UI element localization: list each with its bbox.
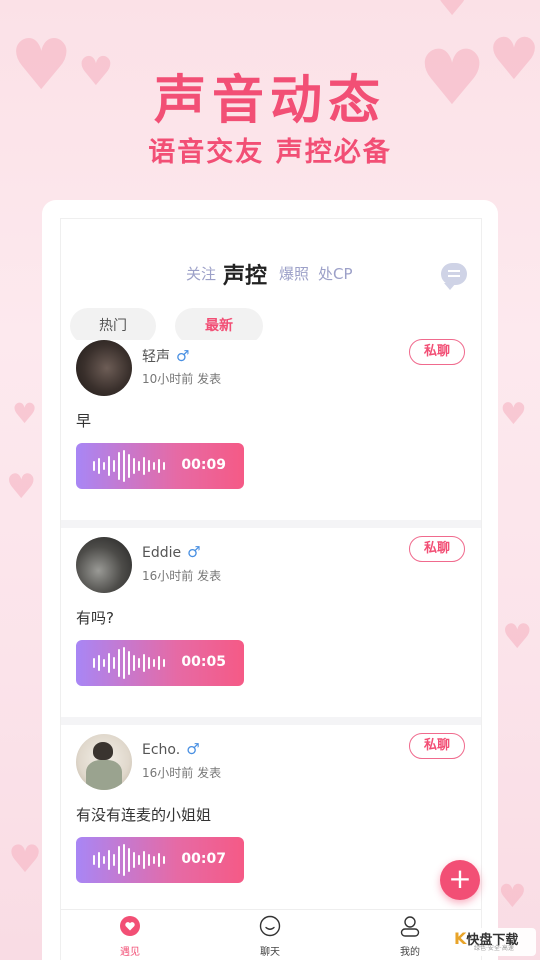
male-icon: ♂ [187,543,201,561]
avatar[interactable] [76,734,132,790]
hero-title: 声音动态 [153,71,386,131]
waveform-icon [93,450,165,482]
avatar[interactable] [76,537,132,593]
private-chat-button[interactable]: 私聊 [409,733,465,759]
divider [61,520,481,528]
private-chat-button[interactable]: 私聊 [409,339,465,365]
tab-cp[interactable]: 处CP [318,263,353,284]
avatar[interactable] [76,340,132,396]
divider [61,717,481,725]
bottom-nav: 遇见 聊天 我的 [61,909,481,960]
nav-mine[interactable]: 我的 [375,910,445,958]
nav-meet-label: 遇见 [120,947,140,958]
voice-message-button[interactable]: 00:07 [76,837,244,883]
feed-panel: 关注 声控 爆照 处CP 热门 最新 轻声 ♂ 10小时前 发表 私聊 早 00:… [60,218,482,960]
post-author: 轻声 ♂ [142,347,190,365]
app-card: 关注 声控 爆照 处CP 热门 最新 轻声 ♂ 10小时前 发表 私聊 早 00:… [42,200,498,960]
post-author: Echo. ♂ [142,740,200,758]
filter-hot[interactable]: 热门 [70,308,156,344]
nav-mine-label: 我的 [400,947,420,958]
post-item: 轻声 ♂ 10小时前 发表 私聊 早 00:09 [61,339,481,520]
watermark-logo: K快盘下载 绿色·安全·高速 [450,928,536,956]
bg-heart-icon: ♥ [436,0,469,24]
heart-chat-icon [120,916,140,936]
post-text: 有吗? [76,609,114,627]
voice-duration: 00:07 [181,851,226,867]
bg-heart-icon: ♥ [12,397,38,430]
user-icon [400,916,420,937]
nav-meet[interactable]: 遇见 [95,910,165,958]
tab-voice[interactable]: 声控 [223,258,267,290]
post-time: 16小时前 发表 [142,766,222,780]
bg-heart-icon: ♥ [502,617,533,657]
bg-heart-icon: ♥ [498,877,527,915]
bg-heart-icon: ♥ [500,397,527,432]
voice-duration: 00:09 [181,457,226,473]
post-text: 有没有连麦的小姐姐 [76,806,212,824]
tab-follow[interactable]: 关注 [186,263,216,284]
nav-chat[interactable]: 聊天 [235,910,305,958]
post-author: Eddie ♂ [142,543,201,561]
male-icon: ♂ [176,347,190,365]
post-item: Eddie ♂ 16小时前 发表 私聊 有吗? 00:05 [61,536,481,717]
waveform-icon [93,647,165,679]
waveform-icon [93,844,165,876]
tab-photo[interactable]: 爆照 [279,263,309,284]
voice-message-button[interactable]: 00:09 [76,443,244,489]
voice-message-button[interactable]: 00:05 [76,640,244,686]
chat-bubble-icon [259,915,281,937]
male-icon: ♂ [186,740,200,758]
voice-duration: 00:05 [181,654,226,670]
post-time: 10小时前 发表 [142,372,222,386]
add-post-button[interactable]: + [440,860,480,900]
message-icon[interactable] [441,263,467,290]
private-chat-button[interactable]: 私聊 [409,536,465,562]
nav-chat-label: 聊天 [260,947,280,958]
post-text: 早 [76,412,92,430]
filter-new[interactable]: 最新 [175,308,263,344]
post-time: 16小时前 发表 [142,569,222,583]
bg-heart-icon: ♥ [8,837,43,881]
hero-subtitle: 语音交友 声控必备 [148,137,392,168]
post-item: Echo. ♂ 16小时前 发表 私聊 有没有连麦的小姐姐 00:07 [61,733,481,914]
bg-heart-icon: ♥ [6,467,37,507]
